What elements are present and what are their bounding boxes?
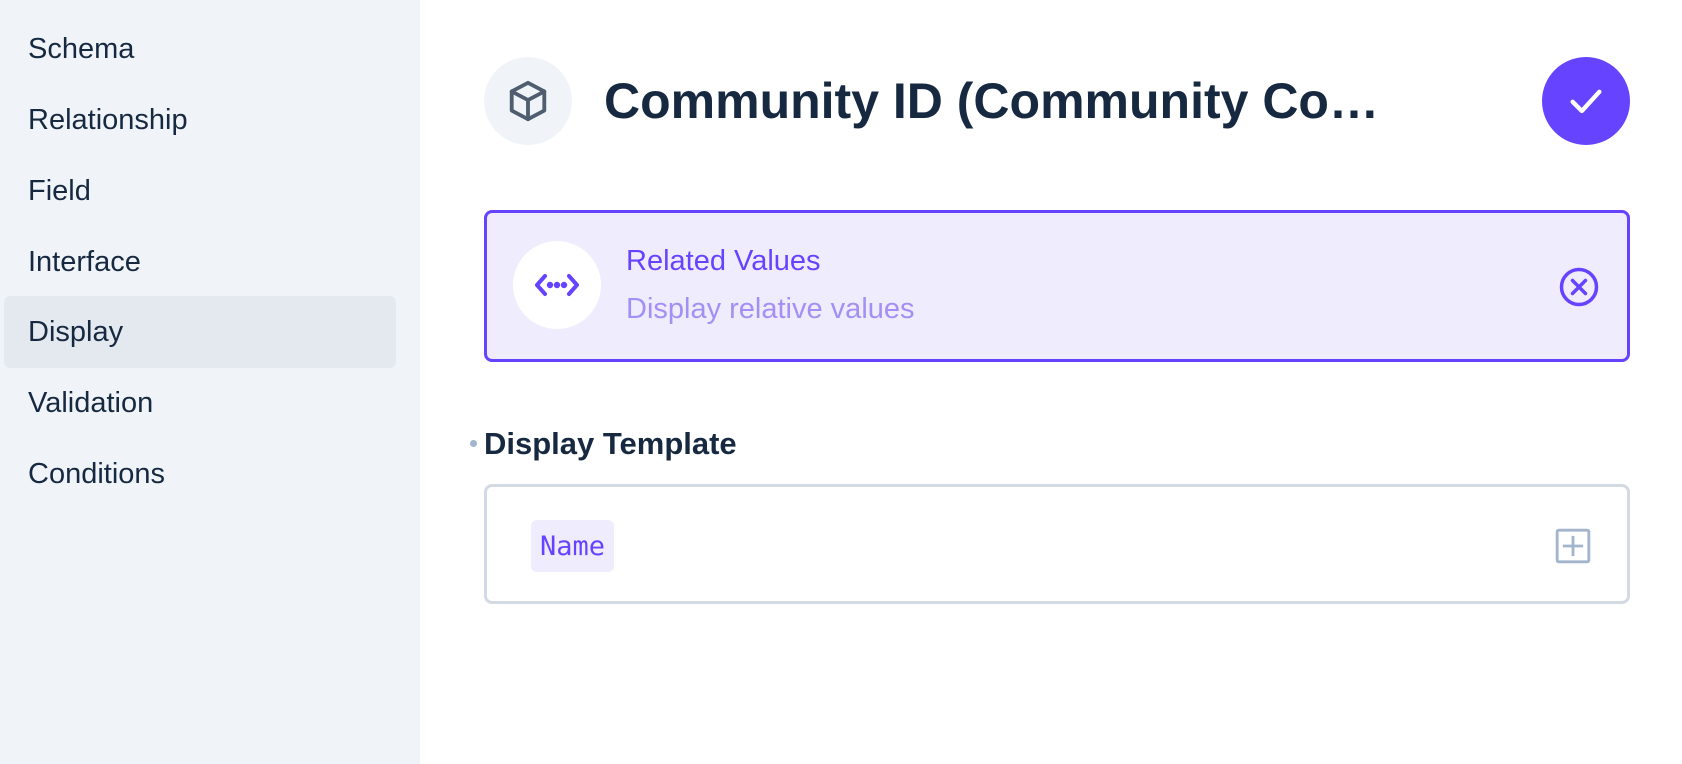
selected-display-card[interactable]: Related Values Display relative values (484, 210, 1630, 362)
sidebar: Schema Relationship Field Interface Disp… (0, 0, 420, 764)
field-editor: Schema Relationship Field Interface Disp… (0, 0, 1682, 764)
display-template-input[interactable]: Name (484, 484, 1630, 604)
sidebar-item-display[interactable]: Display (4, 296, 396, 368)
page-title: Community ID (Community Co… (604, 73, 1379, 129)
display-template-label: Display Template (484, 426, 737, 461)
required-indicator (470, 440, 477, 447)
sidebar-item-label: Relationship (28, 103, 188, 136)
display-subtitle: Display relative values (626, 293, 915, 325)
check-icon (1570, 89, 1602, 114)
add-field-button[interactable] (1554, 527, 1592, 565)
sidebar-item-label: Conditions (28, 457, 166, 490)
sidebar-item-validation[interactable]: Validation (4, 367, 396, 439)
add-box-icon (1555, 528, 1591, 564)
cube-icon (484, 57, 572, 145)
sidebar-item-label: Schema (28, 32, 135, 65)
sidebar-item-label: Interface (28, 245, 141, 278)
sidebar-item-schema[interactable]: Schema (4, 13, 396, 85)
template-token[interactable]: Name (531, 520, 615, 572)
sidebar-item-label: Display (28, 315, 124, 348)
sidebar-item-label: Field (28, 174, 91, 207)
sidebar-item-interface[interactable]: Interface (4, 226, 396, 298)
code-arrows-icon (513, 241, 601, 329)
display-title: Related Values (626, 245, 821, 277)
sidebar-item-relationship[interactable]: Relationship (4, 84, 396, 156)
close-circle-icon (1559, 267, 1599, 307)
sidebar-item-conditions[interactable]: Conditions (4, 438, 396, 510)
sidebar-item-label: Validation (28, 386, 154, 419)
save-button[interactable] (1542, 57, 1630, 145)
clear-display-button[interactable] (1557, 265, 1601, 309)
sidebar-item-field[interactable]: Field (4, 155, 396, 227)
